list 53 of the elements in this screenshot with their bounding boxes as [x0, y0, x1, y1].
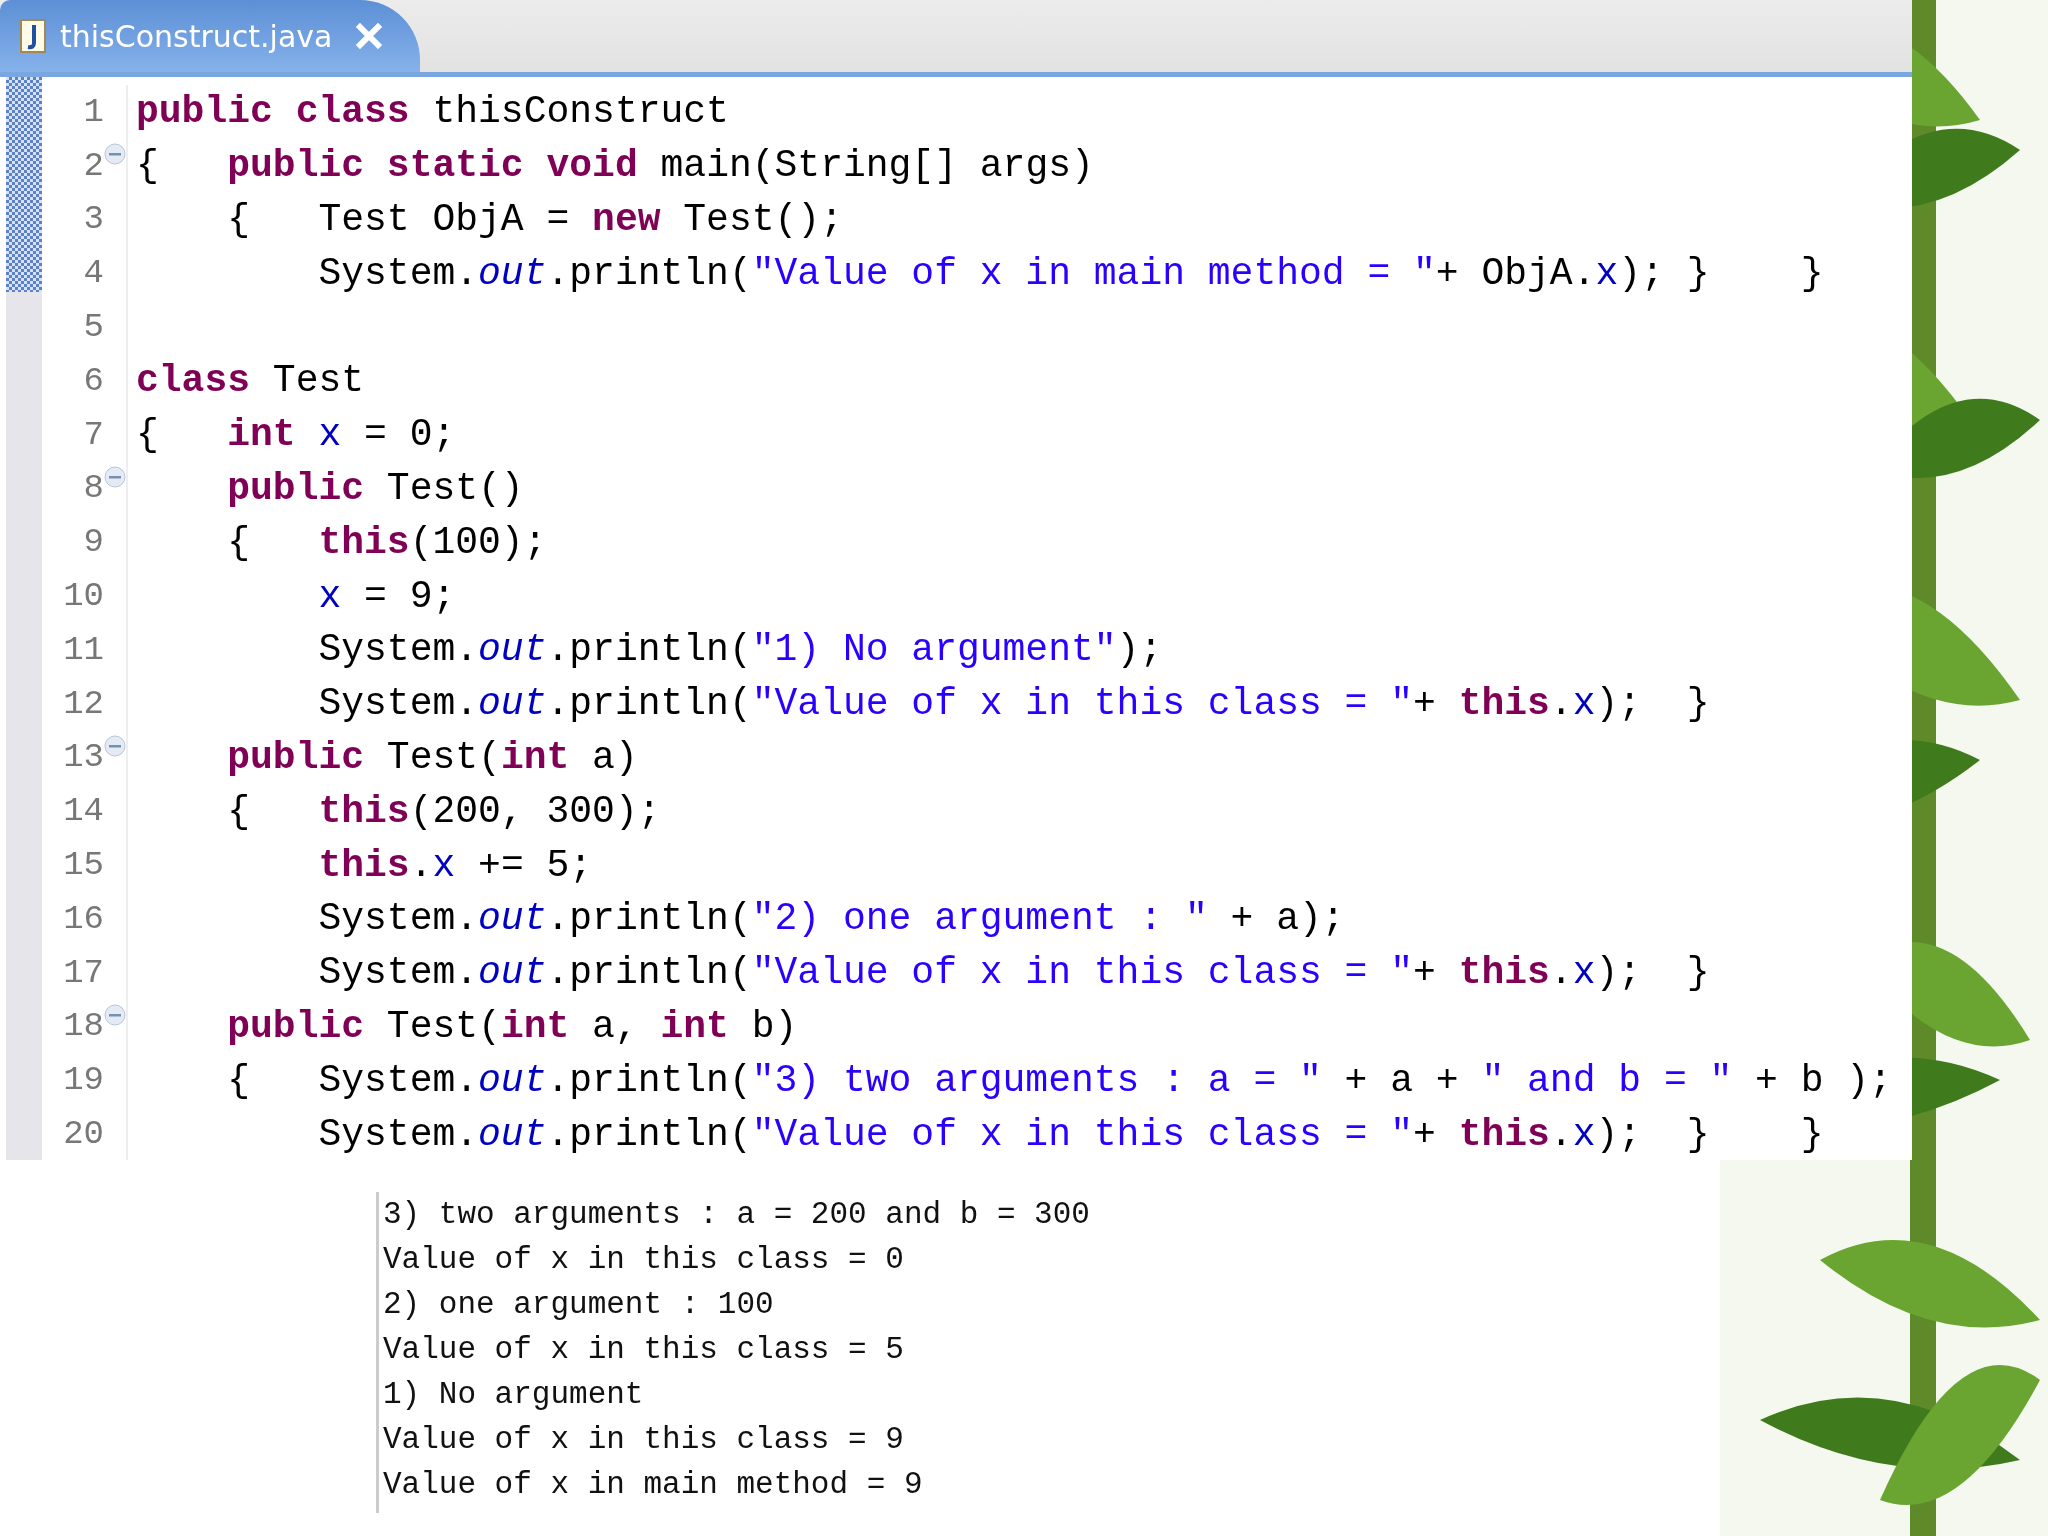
collapse-icon[interactable] [104, 734, 126, 757]
code-line: x = 9; [317, 574, 456, 618]
code-line: public class thisConstruct [135, 90, 729, 134]
line-number: 14 [62, 792, 104, 831]
line-number: 3 [82, 200, 104, 239]
line-number: 11 [62, 630, 104, 669]
line-number: 8 [82, 469, 104, 508]
line-number: 6 [82, 361, 104, 400]
code-line: this.x += 5; [317, 843, 593, 887]
collapse-icon[interactable] [104, 1003, 126, 1026]
line-number: 7 [82, 415, 104, 454]
line-number: 19 [62, 1061, 104, 1100]
output-line: 3) two arguments : a = 200 and b = 300 [383, 1196, 1091, 1234]
line-number: 16 [62, 899, 104, 938]
output-line: Value of x in this class = 9 [383, 1421, 905, 1459]
code-line: { Test ObjA = new Test(); [226, 198, 843, 241]
code-line: public Test(int a, int b) [226, 1004, 798, 1048]
code-line: { this(200, 300); [226, 789, 661, 833]
line-number: 18 [62, 1007, 104, 1046]
line-number: 10 [62, 577, 104, 616]
code-line: System.out.println("2) one argument : " + a); [317, 897, 1345, 941]
code-line: System.out.println("Value of x in main method = "+ ObjA.x); } } [317, 251, 1824, 295]
output-line: Value of x in this class = 0 [383, 1241, 905, 1279]
code-line: System.out.println("Value of x in this class = "+ this.x); } [317, 951, 1710, 995]
output-line: 1) No argument [383, 1376, 645, 1414]
code-line: System.out.println("Value of x in this class = "+ this.x); } [317, 682, 1710, 726]
code-line: public Test() [226, 466, 524, 510]
code-line: { public static void main(String[] args) [135, 144, 1094, 188]
output-line: Value of x in this class = 5 [383, 1331, 905, 1369]
output-line: Value of x in main method = 9 [383, 1466, 924, 1504]
line-number: 15 [62, 846, 104, 885]
editor-tab[interactable]: thisConstruct.java [0, 0, 420, 72]
line-number: 17 [62, 953, 104, 992]
collapse-icon[interactable] [104, 465, 126, 488]
line-number: 20 [62, 1115, 104, 1154]
collapse-icon[interactable] [104, 142, 126, 165]
line-number: 12 [62, 684, 104, 723]
close-button[interactable] [356, 23, 383, 49]
code-line: System.out.println("1) No argument"); [317, 628, 1163, 672]
code-line: public Test(int a) [226, 735, 638, 779]
line-number: 4 [82, 254, 104, 293]
code-line: { this(100); [226, 520, 547, 564]
code-line: System.out.println("Value of x in this class = "+ this.x); } } [317, 1112, 1824, 1156]
line-number: 9 [82, 523, 104, 562]
line-number: 2 [82, 146, 104, 185]
output-line: 2) one argument : 100 [383, 1286, 775, 1324]
line-number: 13 [62, 738, 104, 777]
line-number: 1 [82, 92, 104, 131]
code-line: { int x = 0; [135, 413, 456, 457]
line-number: 5 [82, 308, 104, 347]
code-line: { System.out.println("3) two arguments : a = " + a + " and b = " + b ); [226, 1058, 1892, 1102]
java-file-icon [20, 19, 46, 53]
code-line: class Test [135, 359, 365, 403]
